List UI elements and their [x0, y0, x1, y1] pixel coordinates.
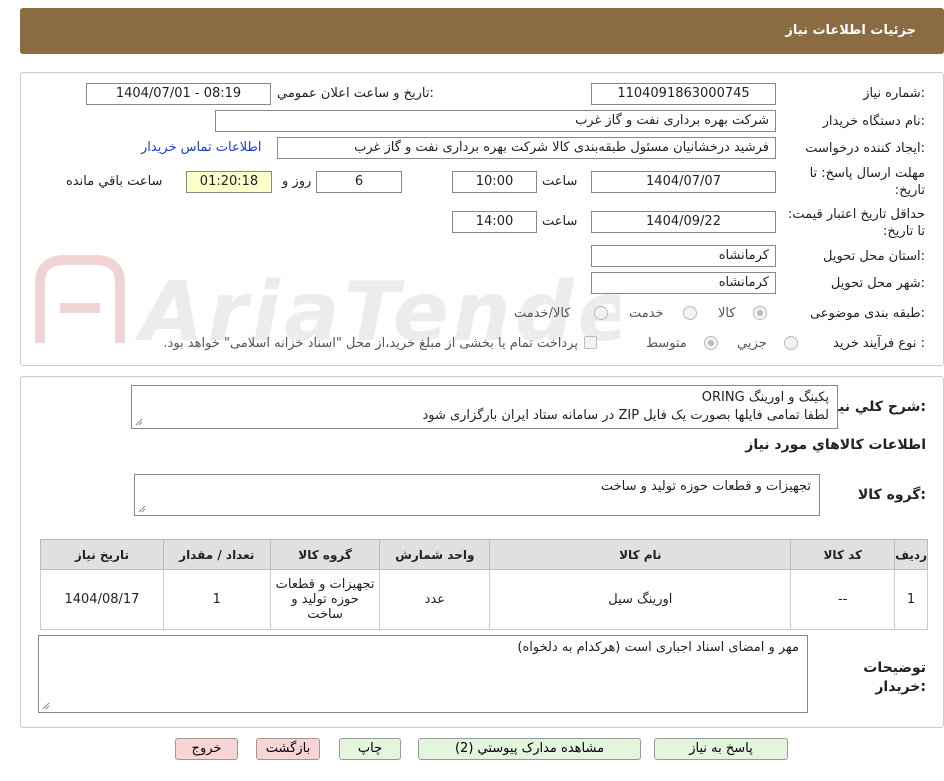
cell-name: اورینگ سیل	[489, 569, 792, 630]
table-row: 1 -- اورینگ سیل عدد تجهیزات و قطعات حوزه…	[40, 569, 928, 630]
category-goods-service-label: کالا/خدمت	[514, 306, 571, 321]
cell-need-date: 1404/08/17	[40, 569, 164, 630]
resize-grip-icon[interactable]	[42, 702, 50, 710]
col-row: ردیف	[894, 539, 928, 570]
province-field: کرمانشاه	[591, 245, 776, 267]
category-service-radio[interactable]	[683, 306, 697, 320]
description-textarea: پکینگ و اورینگ ORING لطفا تمامی فایلها ب…	[131, 385, 838, 429]
attachments-button[interactable]: مشاهده مدارک پیوستي (2)	[418, 738, 641, 760]
goods-info-title: اطلاعات کالاهاي مورد نياز	[745, 437, 926, 453]
resize-grip-icon[interactable]	[135, 418, 143, 426]
announce-datetime-field: 1404/07/01 - 08:19	[86, 83, 271, 105]
purchase-type-label: نوع فرآیند خرید :	[833, 336, 925, 351]
city-field: کرمانشاه	[591, 272, 776, 294]
back-button[interactable]: بازگشت	[256, 738, 320, 760]
purchase-medium-radio[interactable]	[704, 336, 718, 350]
cell-code: --	[790, 569, 896, 630]
purchase-medium-label: متوسط	[646, 336, 687, 351]
description-line-1: پکینگ و اورینگ ORING	[701, 390, 829, 405]
validity-time-field: 14:00	[452, 211, 537, 233]
purchase-small-radio[interactable]	[784, 336, 798, 350]
need-number-label: شماره نیاز:	[863, 86, 925, 101]
category-goods-radio[interactable]	[753, 306, 767, 320]
deadline-time-field: 10:00	[452, 171, 537, 193]
goods-group-textarea: تجهیزات و قطعات حوزه تولید و ساخت	[134, 474, 820, 516]
page-header: جزئیات اطلاعات نیاز	[20, 8, 944, 54]
buyer-notes-label: توضیحات خریدار:	[863, 660, 926, 695]
category-label: طبقه بندی موضوعی:	[809, 306, 925, 321]
print-button[interactable]: چاپ	[339, 738, 401, 760]
deadline-time-label: ساعت	[542, 174, 578, 189]
category-goods-service-radio[interactable]	[594, 306, 608, 320]
need-number-field: 1104091863000745	[591, 83, 776, 105]
treasury-bonds-checkbox[interactable]	[584, 336, 597, 349]
buyer-notes-value: مهر و امضای اسناد اجباری است (هرکدام به …	[517, 640, 799, 655]
col-name: نام کالا	[489, 539, 792, 570]
cell-unit: عدد	[379, 569, 491, 630]
province-label: استان محل تحویل:	[823, 249, 925, 264]
buyer-contact-link[interactable]: اطلاعات تماس خریدار	[141, 140, 261, 155]
resize-grip-icon[interactable]	[138, 505, 146, 513]
treasury-bonds-note: پرداخت تمام یا بخشی از مبلغ خرید،از محل …	[163, 336, 578, 351]
goods-table-header-row: ردیف کد کالا نام کالا واحد شمارش گروه کا…	[40, 539, 928, 570]
col-need-date: تاریخ نیاز	[40, 539, 164, 570]
reply-button[interactable]: پاسخ به نیاز	[654, 738, 788, 760]
validity-label: حداقل تاریخ اعتبار قیمت: تا تاریخ:	[787, 207, 925, 239]
col-group: گروه کالا	[269, 539, 381, 570]
requester-field: فرشید درخشانیان مسئول طبقه‌بندی کالا شرک…	[277, 137, 776, 159]
exit-button[interactable]: خروج	[175, 738, 238, 760]
page-title: جزئیات اطلاعات نیاز	[785, 23, 916, 38]
buyer-notes-textarea: مهر و امضای اسناد اجباری است (هرکدام به …	[38, 635, 808, 713]
col-code: کد کالا	[790, 539, 896, 570]
goods-info-panel: شرح کلي نياز: پکینگ و اورینگ ORING لطفا …	[20, 376, 944, 728]
validity-date-field: 1404/09/22	[591, 211, 776, 233]
description-line-2: لطفا تمامی فایلها بصورت یک فایل ZIP در س…	[422, 408, 829, 423]
col-unit: واحد شمارش	[379, 539, 491, 570]
deadline-label: مهلت ارسال پاسخ: تا تاریخ:	[809, 166, 925, 198]
remaining-label: ساعت باقي مانده	[66, 174, 163, 189]
cell-row: 1	[894, 569, 928, 630]
validity-time-label: ساعت	[542, 214, 578, 229]
category-service-label: خدمت	[629, 306, 664, 321]
deadline-days-field: 6	[316, 171, 402, 193]
day-and-label: روز و	[282, 174, 312, 189]
col-quantity: تعداد / مقدار	[162, 539, 271, 570]
goods-table: ردیف کد کالا نام کالا واحد شمارش گروه کا…	[40, 539, 928, 630]
cell-quantity: 1	[162, 569, 271, 630]
buyer-org-label: نام دستگاه خریدار:	[822, 114, 925, 129]
remaining-time-field: 01:20:18	[186, 171, 272, 193]
city-label: شهر محل تحویل:	[830, 276, 925, 291]
category-goods-label: کالا	[718, 306, 736, 321]
goods-group-label: گروه کالا:	[857, 487, 926, 503]
deadline-date-field: 1404/07/07	[591, 171, 776, 193]
purchase-small-label: جزیي	[737, 336, 767, 351]
description-label: شرح کلي نياز:	[825, 399, 926, 415]
buyer-org-field: شرکت بهره برداری نفت و گاز غرب	[215, 110, 776, 132]
cell-group: تجهیزات و قطعات حوزه تولید و ساخت	[269, 569, 381, 630]
requester-label: ایجاد کننده درخواست:	[805, 141, 925, 156]
goods-group-value: تجهیزات و قطعات حوزه تولید و ساخت	[600, 479, 811, 494]
announce-datetime-label: تاریخ و ساعت اعلان عمومي:	[277, 86, 434, 101]
